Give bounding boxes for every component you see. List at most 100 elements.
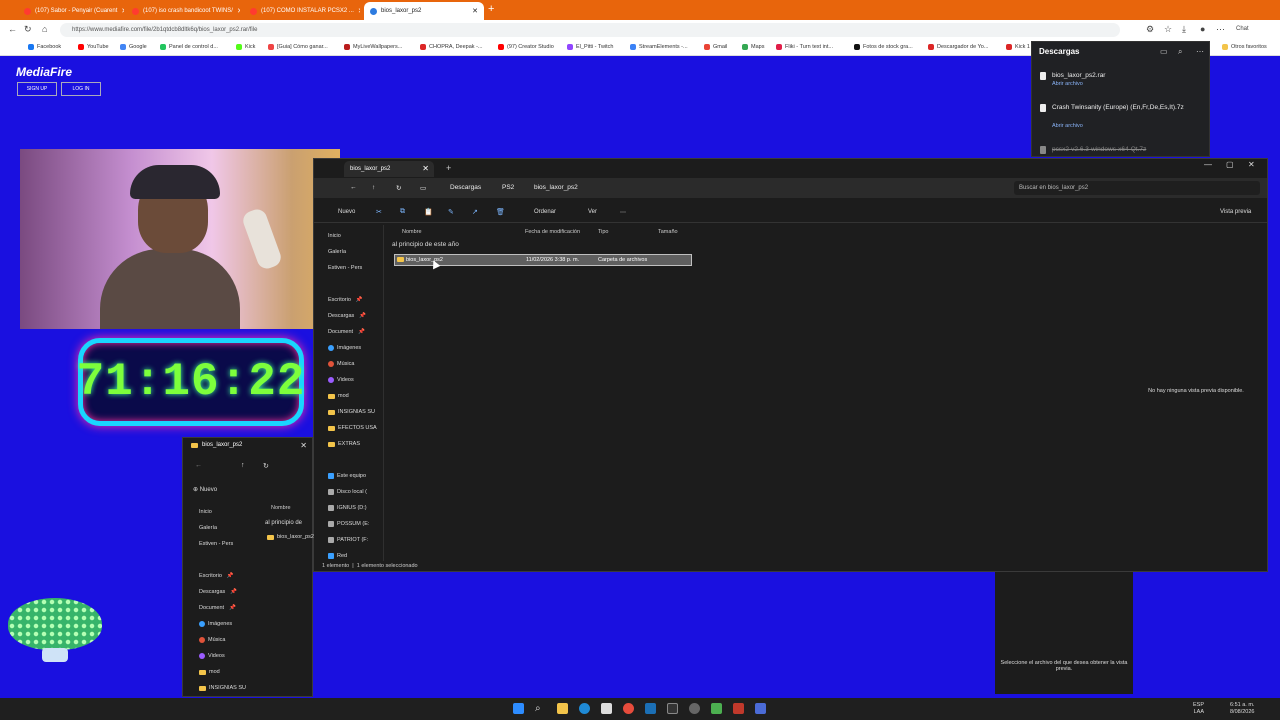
nav-item-inicio[interactable]: Inicio — [199, 509, 212, 515]
clock[interactable]: 6:51 a. m. 8/08/2026 — [1230, 702, 1254, 716]
bookmark[interactable]: StreamElements -... — [630, 44, 688, 50]
group-header[interactable]: al principio de — [265, 520, 302, 526]
nav-item-possum[interactable]: POSSUM (E: — [328, 521, 369, 527]
browser-tab[interactable]: (107) COMO INSTALAR PCSX2 ...✕ — [244, 2, 360, 20]
nav-item-insignias[interactable]: INSIGNIAS SU — [328, 409, 375, 415]
bookmark[interactable]: YouTube — [78, 44, 109, 50]
app-icon[interactable] — [623, 703, 634, 714]
column-header-name[interactable]: Nombre — [271, 505, 291, 511]
nav-item-red[interactable]: Red — [328, 553, 347, 559]
browser-tab[interactable]: (107) Sabor - Penyair (Cuarent✕ — [18, 2, 124, 20]
nav-item-extras[interactable]: EXTRAS — [328, 441, 360, 447]
back-icon[interactable]: ← — [195, 462, 202, 469]
nav-item-personal[interactable]: Estiven - Pers — [199, 541, 233, 547]
close-icon[interactable]: ✕ — [472, 7, 478, 15]
login-button[interactable]: LOG IN — [61, 82, 101, 96]
cut-icon[interactable]: ✂ — [376, 208, 382, 216]
file-row[interactable]: bios_laxor_ps2 — [267, 534, 314, 540]
refresh-icon[interactable]: ↻ — [263, 462, 269, 470]
close-icon[interactable]: ✕ — [422, 161, 429, 177]
delete-icon[interactable]: 🗑 — [496, 208, 505, 216]
group-header[interactable]: al principio de este año — [392, 241, 459, 248]
more-icon[interactable]: ⋯ — [1196, 47, 1204, 56]
nav-item-escritorio[interactable]: Escritorio 📌 — [328, 297, 363, 303]
download-item[interactable]: bios_laxor_ps2.rar Abrir archivo — [1040, 71, 1205, 93]
paste-icon[interactable]: 📋 — [424, 208, 433, 216]
back-button[interactable]: ← — [8, 25, 17, 34]
nav-item-mod[interactable]: mod — [328, 393, 349, 399]
up-icon[interactable]: ↑ — [241, 462, 245, 469]
bookmark[interactable]: Panel de control d... — [160, 44, 218, 50]
copy-icon[interactable]: ⧉ — [400, 208, 405, 216]
column-header-type[interactable]: Tipo — [598, 229, 609, 235]
signup-button[interactable]: SIGN UP — [17, 82, 57, 96]
extensions-icon[interactable]: ⚙ — [1146, 25, 1154, 34]
windows-start-icon[interactable] — [513, 703, 524, 714]
new-button[interactable]: ⊕ Nuevo — [193, 486, 217, 493]
home-button[interactable]: ⌂ — [42, 25, 47, 34]
nav-item-este-equipo[interactable]: Este equipo — [328, 473, 366, 479]
more-icon[interactable]: ⋯ — [1216, 25, 1225, 34]
search-icon[interactable]: ⌕ — [1178, 47, 1182, 57]
explorer-search-input[interactable]: Buscar en bios_laxor_ps2 — [1014, 181, 1260, 195]
rename-icon[interactable]: ✎ — [448, 208, 454, 216]
bookmark[interactable]: Kick 1 — [1006, 44, 1030, 50]
bookmark[interactable]: Gmail — [704, 44, 727, 50]
share-icon[interactable]: ↗ — [472, 208, 478, 216]
maximize-icon[interactable]: ▢ — [1226, 160, 1234, 169]
nav-item-personal[interactable]: Estiven - Pers — [328, 265, 362, 271]
profile-icon[interactable]: ● — [1200, 25, 1205, 34]
folder-icon[interactable]: ▭ — [1160, 47, 1168, 56]
nav-item-ignius[interactable]: IGNIUS (D:) — [328, 505, 367, 511]
close-icon[interactable]: ✕ — [1248, 160, 1255, 169]
terminal-icon[interactable] — [667, 703, 678, 714]
view-button[interactable]: Ver — [588, 209, 597, 215]
up-icon[interactable]: ↑ — [372, 184, 375, 191]
open-file-link[interactable]: Abrir archivo — [1052, 123, 1083, 129]
nav-item-inicio[interactable]: Inicio — [328, 233, 341, 239]
sort-button[interactable]: Ordenar — [534, 209, 556, 215]
nav-item-galeria[interactable]: Galería — [328, 249, 346, 255]
nav-item-musica[interactable]: Música — [328, 361, 354, 367]
nav-item-documentos[interactable]: Document 📌 — [199, 605, 236, 611]
nav-item-imagenes[interactable]: Imágenes — [199, 621, 232, 627]
bookmark[interactable]: Descargador de Yo... — [928, 44, 988, 50]
favorites-icon[interactable]: ☆ — [1164, 25, 1172, 34]
bookmark[interactable]: Google — [120, 44, 147, 50]
address-bar[interactable]: https://www.mediafire.com/file/2b1qtdcb8… — [60, 23, 1120, 37]
nav-item-videos[interactable]: Videos — [199, 653, 225, 659]
column-header-name[interactable]: Nombre — [402, 229, 422, 235]
download-item[interactable]: Crash Twinsanity (Europe) (En,Fr,De,Es,I… — [1040, 103, 1205, 133]
column-header-size[interactable]: Tamaño — [658, 229, 678, 235]
downloads-icon[interactable]: ⤓ — [1182, 25, 1186, 34]
nav-item-documentos[interactable]: Document 📌 — [328, 329, 365, 335]
new-button[interactable]: Nuevo — [338, 209, 355, 215]
bookmark[interactable]: MyLiveWallpapers... — [344, 44, 402, 50]
nvidia-icon[interactable] — [711, 703, 722, 714]
app-icon[interactable] — [733, 703, 744, 714]
bookmark[interactable]: Maps — [742, 44, 764, 50]
nav-item-mod[interactable]: mod — [199, 669, 220, 675]
nav-item-disco-local[interactable]: Disco local ( — [328, 489, 367, 495]
download-item[interactable]: pcsx2-v2.6.3-windows-x64-Qt.7z — [1040, 145, 1205, 157]
close-icon[interactable]: ✕ — [300, 441, 307, 450]
new-tab-button[interactable]: + — [446, 163, 451, 173]
bookmark[interactable]: Facebook — [28, 44, 61, 50]
nav-item-descargas[interactable]: Descargas 📌 — [199, 589, 237, 595]
bookmark[interactable]: Fotos de stock gra... — [854, 44, 913, 50]
nav-item-insignias[interactable]: INSIGNIAS SU — [199, 685, 246, 691]
back-icon[interactable]: ← — [350, 184, 357, 191]
breadcrumb-item[interactable]: PS2 — [502, 184, 514, 191]
close-icon[interactable]: ✕ — [121, 7, 124, 15]
app-icon[interactable] — [689, 703, 700, 714]
browser-tab[interactable]: (107) iso crash bandicoot TWINS/✕ — [126, 2, 240, 20]
chat-button[interactable]: Chat — [1236, 25, 1249, 34]
bookmark[interactable]: CHOPRA, Deepak -... — [420, 44, 483, 50]
monitor-icon[interactable]: ▭ — [420, 184, 426, 192]
file-explorer-icon[interactable] — [557, 703, 568, 714]
nav-item-musica[interactable]: Música — [199, 637, 225, 643]
refresh-icon[interactable]: ↻ — [396, 184, 401, 192]
nav-item-patriot[interactable]: PATRIOT (F: — [328, 537, 368, 543]
breadcrumb-item[interactable]: bios_laxor_ps2 — [534, 184, 578, 191]
store-icon[interactable] — [601, 703, 612, 714]
